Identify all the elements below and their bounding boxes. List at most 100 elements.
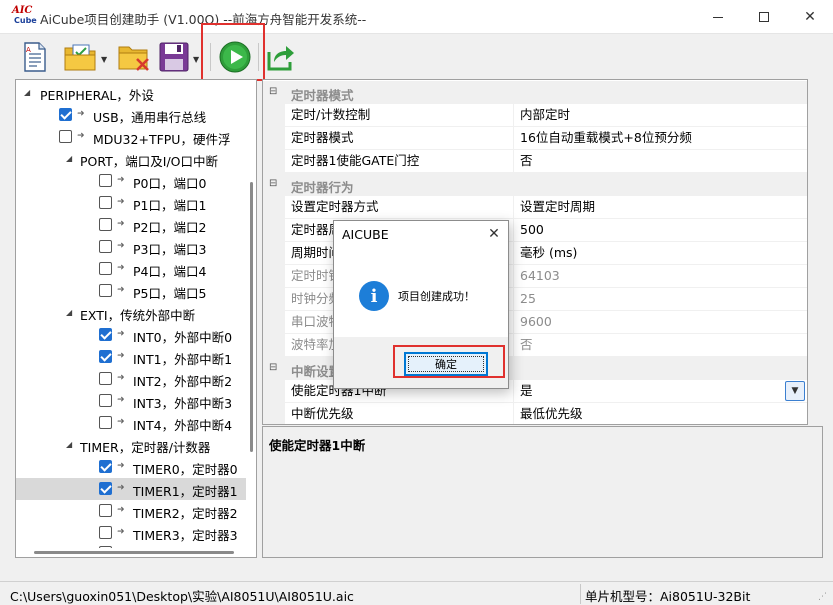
category-timer-behavior[interactable]: ⊟ 定时器行为	[263, 173, 807, 196]
expand-icon[interactable]: ◢	[66, 308, 72, 317]
arrow-right-icon: ➜	[77, 109, 85, 119]
checkbox-int3[interactable]	[99, 394, 112, 407]
checkbox-mdu32[interactable]	[59, 130, 72, 143]
tree-item-p3[interactable]: ➜ P3口，端口3	[16, 236, 246, 258]
tree-item-timer1[interactable]: ➜ TIMER1，定时器1	[16, 478, 246, 500]
tree-horizontal-scrollbar[interactable]	[16, 548, 246, 557]
tree-item-port[interactable]: ◢ PORT，端口及I/O口中断	[16, 148, 246, 170]
description-title: 使能定时器1中断	[269, 438, 366, 453]
checkbox-p2[interactable]	[99, 218, 112, 231]
minimize-button[interactable]	[695, 0, 741, 34]
new-file-button[interactable]: A	[18, 40, 52, 74]
collapse-icon[interactable]: ⊟	[269, 362, 277, 373]
checkbox-p0[interactable]	[99, 174, 112, 187]
tree-item-peripheral[interactable]: ◢ PERIPHERAL，外设	[16, 82, 246, 104]
export-button[interactable]	[264, 40, 298, 74]
svg-text:A: A	[26, 46, 31, 54]
scroll-thumb[interactable]	[250, 182, 253, 452]
maximize-button[interactable]	[741, 0, 787, 34]
collapse-icon[interactable]: ⊟	[269, 178, 277, 189]
tree-item-timer0[interactable]: ➜ TIMER0，定时器0	[16, 456, 246, 478]
prop-row-gate-control[interactable]: 定时器1使能GATE门控 否	[263, 150, 807, 173]
resize-grip-icon[interactable]: ⋰	[818, 592, 827, 602]
tree-item-p2[interactable]: ➜ P2口，端口2	[16, 214, 246, 236]
row-gutter	[263, 242, 285, 265]
dropdown-button[interactable]: ▼	[785, 381, 805, 401]
open-project-button[interactable]	[62, 40, 98, 74]
prop-value[interactable]: 内部定时	[514, 104, 807, 127]
tree-item-timer[interactable]: ◢ TIMER，定时器/计数器	[16, 434, 246, 456]
tree-item-label: INT1，外部中断1	[133, 352, 233, 367]
checkbox-p3[interactable]	[99, 240, 112, 253]
tree-item-int2[interactable]: ➜ INT2，外部中断2	[16, 368, 246, 390]
prop-name: 定时器模式	[285, 127, 514, 150]
arrow-right-icon: ➜	[117, 527, 125, 537]
arrow-right-icon: ➜	[77, 131, 85, 141]
prop-value[interactable]: 毫秒 (ms)	[514, 242, 807, 265]
tree-item-mdu32[interactable]: ➜ MDU32+TFPU，硬件浮	[16, 126, 246, 148]
tree-item-timer2[interactable]: ➜ TIMER2，定时器2	[16, 500, 246, 522]
row-gutter	[263, 219, 285, 242]
dialog-body: i 项目创建成功！	[334, 249, 508, 337]
arrow-right-icon: ➜	[117, 285, 125, 295]
checkbox-int2[interactable]	[99, 372, 112, 385]
row-gutter	[263, 265, 285, 288]
tree-item-p5[interactable]: ➜ P5口，端口5	[16, 280, 246, 302]
prop-row-interrupt-priority[interactable]: 中断优先级 最低优先级	[263, 403, 807, 424]
tree-item-p4[interactable]: ➜ P4口，端口4	[16, 258, 246, 280]
tree-item-int1[interactable]: ➜ INT1，外部中断1	[16, 346, 246, 368]
checkbox-p4[interactable]	[99, 262, 112, 275]
arrow-right-icon: ➜	[117, 461, 125, 471]
close-window-button[interactable]: ✕	[787, 0, 833, 34]
category-timer-mode[interactable]: ⊟ 定时器模式	[263, 81, 807, 104]
prop-value[interactable]: 16位自动重载模式+8位预分频	[514, 127, 807, 150]
expand-icon[interactable]: ◢	[66, 154, 72, 163]
arrow-right-icon: ➜	[117, 373, 125, 383]
checkbox-timer2[interactable]	[99, 504, 112, 517]
expand-icon[interactable]: ◢	[24, 88, 30, 97]
save-button[interactable]	[158, 40, 190, 74]
prop-value[interactable]: 否	[514, 150, 807, 173]
checkbox-int4[interactable]	[99, 416, 112, 429]
checkbox-timer3[interactable]	[99, 526, 112, 539]
tree-item-label: PERIPHERAL，外设	[40, 88, 154, 103]
checkbox-p1[interactable]	[99, 196, 112, 209]
prop-value[interactable]: 设置定时周期	[514, 196, 807, 219]
save-dropdown-icon[interactable]: ▼	[193, 55, 201, 64]
scroll-thumb[interactable]	[34, 551, 234, 554]
checkbox-usb[interactable]	[59, 108, 72, 121]
tree-vertical-scrollbar[interactable]	[246, 80, 256, 557]
expand-icon[interactable]: ◢	[66, 440, 72, 449]
tree-item-int3[interactable]: ➜ INT3，外部中断3	[16, 390, 246, 412]
prop-row-timer-method[interactable]: 设置定时器方式 设置定时周期	[263, 196, 807, 219]
tree-item-p1[interactable]: ➜ P1口，端口1	[16, 192, 246, 214]
arrow-right-icon: ➜	[117, 329, 125, 339]
checkbox-p5[interactable]	[99, 284, 112, 297]
prop-value[interactable]: 最低优先级	[514, 403, 807, 424]
dialog-close-button[interactable]: ✕	[484, 224, 504, 244]
collapse-icon[interactable]: ⊟	[269, 86, 277, 97]
tree-item-label: MDU32+TFPU，硬件浮	[93, 132, 231, 147]
checkbox-timer1[interactable]	[99, 482, 112, 495]
prop-row-timer-count-control[interactable]: 定时/计数控制 内部定时	[263, 104, 807, 127]
description-panel: 使能定时器1中断	[262, 426, 823, 558]
checkbox-timer0[interactable]	[99, 460, 112, 473]
tree-item-int0[interactable]: ➜ INT0，外部中断0	[16, 324, 246, 346]
prop-value: 25	[514, 288, 807, 311]
tree-item-usb[interactable]: ➜ USB，通用串行总线	[16, 104, 246, 126]
prop-value[interactable]: 500	[514, 219, 807, 242]
checkbox-int0[interactable]	[99, 328, 112, 341]
prop-row-timer-mode[interactable]: 定时器模式 16位自动重载模式+8位预分频	[263, 127, 807, 150]
open-dropdown-icon[interactable]: ▼	[101, 55, 109, 64]
tree-item-p0[interactable]: ➜ P0口，端口0	[16, 170, 246, 192]
row-gutter	[263, 334, 285, 357]
tree-item-timer3[interactable]: ➜ TIMER3，定时器3	[16, 522, 246, 544]
close-project-button[interactable]	[116, 40, 152, 74]
tree-item-int4[interactable]: ➜ INT4，外部中断4	[16, 412, 246, 434]
prop-value[interactable]: 是	[514, 380, 807, 403]
tree-item-exti[interactable]: ◢ EXTI，传统外部中断	[16, 302, 246, 324]
tree-item-label: TIMER，定时器/计数器	[80, 440, 211, 455]
prop-name: 定时器1使能GATE门控	[285, 150, 514, 173]
checkbox-int1[interactable]	[99, 350, 112, 363]
tree-item-label: USB，通用串行总线	[93, 110, 207, 125]
